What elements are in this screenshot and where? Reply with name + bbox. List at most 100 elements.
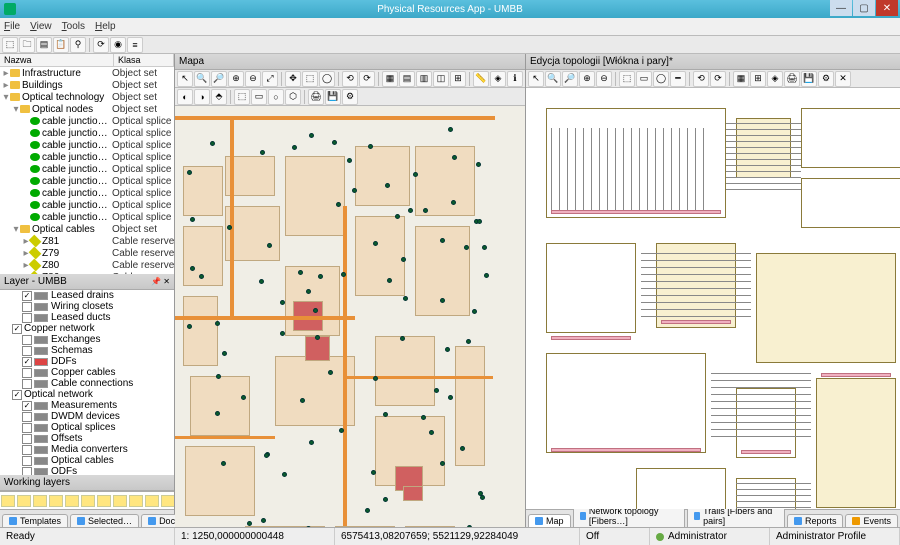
toolbar-btn[interactable]: 📋	[53, 37, 69, 53]
map-tool[interactable]: ⊖	[245, 71, 261, 87]
tab[interactable]: Selected…	[70, 514, 139, 527]
tree-row[interactable]: ▾Optical cablesObject set	[0, 223, 174, 235]
map-tool[interactable]: ⬚	[234, 89, 250, 105]
topology-canvas[interactable]	[526, 88, 900, 509]
map-tool[interactable]: 🔍	[194, 71, 210, 87]
map-canvas[interactable]	[175, 106, 525, 527]
layer-row[interactable]: DWDM devices	[0, 411, 174, 422]
map-tool[interactable]: ◐	[177, 89, 193, 105]
pin-icon[interactable]: 📌 ✕	[151, 277, 170, 286]
map-tool[interactable]: 📏	[473, 71, 489, 87]
layer-row[interactable]: Offsets	[0, 433, 174, 444]
topo-tool[interactable]: ⚙	[818, 71, 834, 87]
working-layers-thumbs[interactable]	[0, 491, 174, 509]
layer-row[interactable]: Copper cables	[0, 367, 174, 378]
menu-tools[interactable]: Tools	[62, 21, 85, 32]
toolbar-btn[interactable]: ⚲	[70, 37, 86, 53]
topo-tool[interactable]: 💾	[801, 71, 817, 87]
toolbar-btn[interactable]: ▤	[36, 37, 52, 53]
maximize-button[interactable]: ▢	[853, 0, 875, 16]
toolbar-btn[interactable]: ⟳	[93, 37, 109, 53]
tree-row[interactable]: ▾Optical technologyObject set	[0, 91, 174, 103]
layer-tree[interactable]: ✓Leased drainsWiring closetsLeased ducts…	[0, 290, 174, 475]
layer-row[interactable]: ✓Optical network	[0, 389, 174, 400]
tree-row[interactable]: ▸BuildingsObject set	[0, 79, 174, 91]
map-tool[interactable]: ◯	[319, 71, 335, 87]
layer-row[interactable]: ✓Leased drains	[0, 290, 174, 301]
layer-row[interactable]: Schemas	[0, 345, 174, 356]
map-tool[interactable]: ⟳	[359, 71, 375, 87]
layer-row[interactable]: ✓DDFs	[0, 356, 174, 367]
tree-row[interactable]: ▸Z80Cable reserve	[0, 259, 174, 271]
object-tree[interactable]: ▸InfrastructureObject set▸BuildingsObjec…	[0, 67, 174, 274]
topo-tool[interactable]: ⟳	[710, 71, 726, 87]
topo-tool[interactable]: ⊖	[596, 71, 612, 87]
layer-row[interactable]: Leased ducts	[0, 312, 174, 323]
layer-row[interactable]: Optical cables	[0, 455, 174, 466]
menu-help[interactable]: Help	[95, 21, 116, 32]
map-tool[interactable]: ◈	[490, 71, 506, 87]
minimize-button[interactable]: —	[830, 0, 852, 16]
topo-tool[interactable]: ⟲	[693, 71, 709, 87]
map-tool[interactable]: ⊕	[228, 71, 244, 87]
layer-row[interactable]: Exchanges	[0, 334, 174, 345]
topo-tool[interactable]: 🔍	[545, 71, 561, 87]
topo-tool[interactable]: ▭	[636, 71, 652, 87]
tab[interactable]: Reports	[787, 514, 844, 527]
map-tool[interactable]: 🖨	[308, 89, 324, 105]
toolbar-btn[interactable]: ≡	[127, 37, 143, 53]
map-tool[interactable]: ↖	[177, 71, 193, 87]
map-tool[interactable]: 💾	[325, 89, 341, 105]
tree-row[interactable]: ▸Z79Cable reserve	[0, 247, 174, 259]
layer-row[interactable]: Media converters	[0, 444, 174, 455]
map-tool[interactable]: ✥	[285, 71, 301, 87]
close-button[interactable]: ✕	[876, 0, 898, 16]
map-tool[interactable]: ⊞	[450, 71, 466, 87]
topo-tool[interactable]: 🔎	[562, 71, 578, 87]
topo-tool[interactable]: ⊕	[579, 71, 595, 87]
topo-tool[interactable]: ⬚	[619, 71, 635, 87]
map-tool[interactable]: ◫	[433, 71, 449, 87]
topo-tool[interactable]: ↖	[528, 71, 544, 87]
tree-row[interactable]: cable junction C2Optical splice	[0, 211, 174, 223]
layer-row[interactable]: Optical splices	[0, 422, 174, 433]
map-tool[interactable]: ⚙	[342, 89, 358, 105]
tree-row[interactable]: ▸InfrastructureObject set	[0, 67, 174, 79]
toolbar-btn[interactable]: ◉	[110, 37, 126, 53]
layer-row[interactable]: Cable connections	[0, 378, 174, 389]
layer-row[interactable]: ✓Copper network	[0, 323, 174, 334]
map-tool[interactable]: ○	[268, 89, 284, 105]
menu-view[interactable]: View	[30, 21, 52, 32]
map-tool[interactable]: ⬚	[302, 71, 318, 87]
topo-tool[interactable]: ▦	[733, 71, 749, 87]
tree-row[interactable]: cable junction A3Optical splice	[0, 139, 174, 151]
layer-row[interactable]: Wiring closets	[0, 301, 174, 312]
tree-row[interactable]: cable junction B1Optical splice	[0, 151, 174, 163]
topo-tool[interactable]: ◈	[767, 71, 783, 87]
topo-tool[interactable]: 🖨	[784, 71, 800, 87]
tab[interactable]: Map	[528, 514, 571, 527]
tree-row[interactable]: cable junction A2Optical splice	[0, 127, 174, 139]
menu-file[interactable]: File	[4, 21, 20, 32]
topo-tool[interactable]: ━	[670, 71, 686, 87]
map-tool[interactable]: ℹ	[507, 71, 523, 87]
tree-row[interactable]: cable junction A1Optical splice	[0, 187, 174, 199]
map-tool[interactable]: 🔎	[211, 71, 227, 87]
map-tool[interactable]: ▥	[416, 71, 432, 87]
map-tool[interactable]: ⤢	[262, 71, 278, 87]
topo-tool[interactable]: ◯	[653, 71, 669, 87]
map-tool[interactable]: ▭	[251, 89, 267, 105]
tree-row[interactable]: ▾Optical nodesObject set	[0, 103, 174, 115]
map-tool[interactable]: ▦	[382, 71, 398, 87]
tree-row[interactable]: cable junction C1Optical splice	[0, 199, 174, 211]
toolbar-btn[interactable]: 🗀	[19, 37, 35, 53]
topo-tool[interactable]: ✕	[835, 71, 851, 87]
map-tool[interactable]: ⬡	[285, 89, 301, 105]
tab[interactable]: Templates	[2, 514, 68, 527]
tree-row[interactable]: cable junction B2/1Optical splice	[0, 115, 174, 127]
tree-row[interactable]: cable junction B3Optical splice	[0, 175, 174, 187]
tab[interactable]: Events	[845, 514, 898, 527]
topo-tool[interactable]: ⊞	[750, 71, 766, 87]
tree-row[interactable]: ▸Z81Cable reserve	[0, 235, 174, 247]
map-tool[interactable]: ◑	[194, 89, 210, 105]
